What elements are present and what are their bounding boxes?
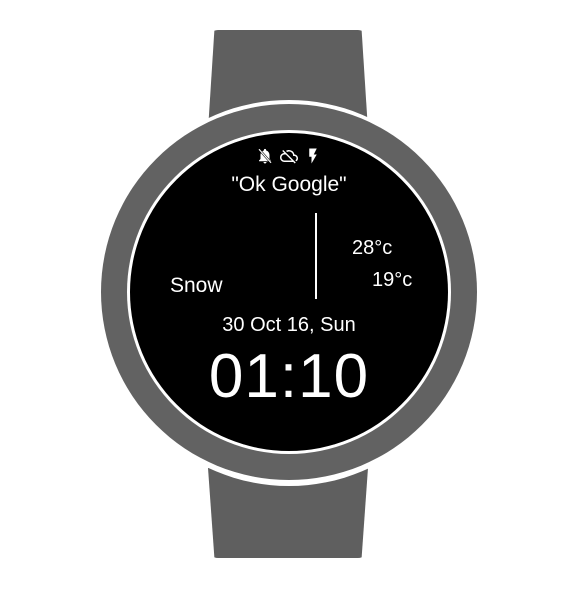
weather-divider [315, 213, 317, 299]
weather-condition: Snow [170, 274, 223, 297]
charging-bolt-icon [309, 148, 317, 164]
status-icons-bar [254, 147, 324, 169]
voice-command-hint[interactable]: "Ok Google" [130, 173, 448, 197]
watch-face[interactable]: "Ok Google" 28°c 19°c Snow 30 Oct 16, Su… [130, 133, 448, 451]
temperature-high: 28°c [352, 237, 393, 259]
date-display: 30 Oct 16, Sun [222, 314, 356, 336]
cloud-off-icon [280, 150, 298, 164]
temperature-low: 19°c [372, 269, 413, 291]
notifications-off-icon [258, 148, 272, 164]
time-display: 01:10 [208, 342, 370, 411]
